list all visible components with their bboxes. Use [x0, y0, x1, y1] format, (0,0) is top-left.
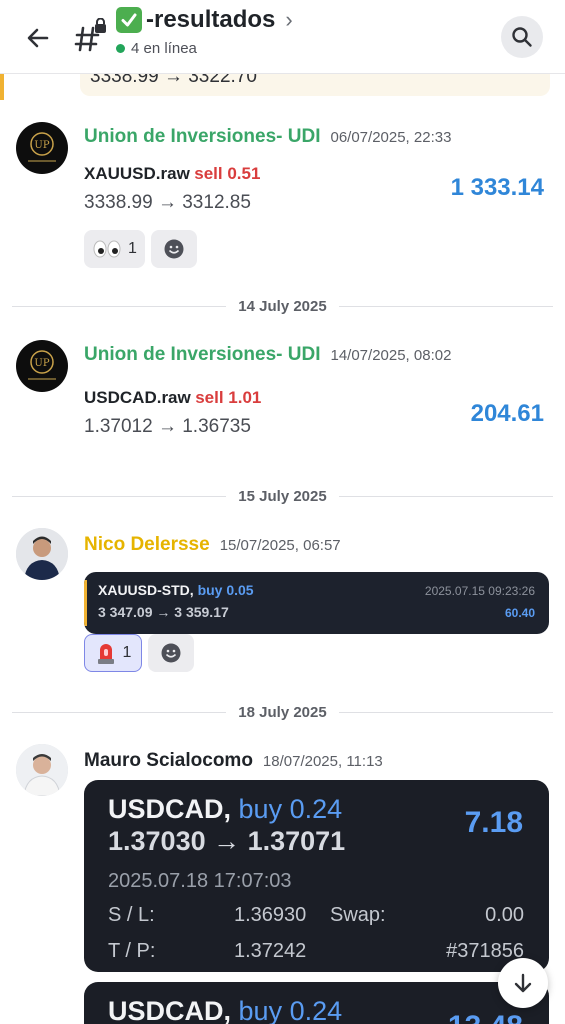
timestamp: 06/07/2025, 22:33 [330, 129, 452, 146]
locked-channel-icon [74, 17, 108, 54]
arrow-left-icon [27, 28, 49, 48]
timestamp: 15/07/2025, 06:57 [219, 537, 341, 554]
udi-logo-icon: UP [28, 132, 56, 162]
trade-side: buy 0.05 [197, 582, 254, 598]
reaction-rotating-light[interactable]: 1 [84, 634, 142, 672]
trade-prices: 1.37030 → 1.37071 [108, 826, 346, 856]
avatar[interactable] [16, 528, 68, 580]
sl-value: 1.36930 [234, 904, 307, 926]
card-accent [84, 580, 87, 626]
trade-symbol: XAUUSD-STD, [98, 582, 194, 598]
date-divider-label: 14 July 2025 [238, 297, 327, 315]
message: UP Union de Inversiones- UDI 06/07/2025,… [0, 118, 565, 278]
message: UP Union de Inversiones- UDI 14/07/2025,… [0, 336, 565, 446]
chevron-right-icon: › [285, 7, 293, 32]
udi-logo-icon: UP [28, 350, 56, 380]
user-avatar-icon [16, 528, 68, 580]
author-name[interactable]: Union de Inversiones- UDI [84, 126, 320, 148]
message-header: Union de Inversiones- UDI 06/07/2025, 22… [84, 126, 451, 148]
add-reaction-button[interactable] [150, 230, 197, 268]
trade-symbol: USDCAD, [108, 996, 232, 1024]
trade-symbol: XAUUSD.raw [84, 164, 190, 183]
author-name[interactable]: Mauro Scialocomo [84, 750, 253, 772]
avatar[interactable]: UP [16, 340, 68, 392]
trade-datetime: 2025.07.15 09:23:26 [424, 584, 535, 598]
trade-title: USDCAD, buy 0.24 [108, 996, 342, 1024]
swap-label: Swap: [330, 904, 386, 926]
trade-side: sell 0.51 [194, 164, 261, 183]
smiley-icon [164, 239, 184, 259]
message-header: Mauro Scialocomo 18/07/2025, 11:13 [84, 750, 383, 772]
tp-label: T / P: [108, 940, 156, 962]
message: Nico Delersse 15/07/2025, 06:57 XAUUSD-S… [0, 526, 565, 676]
trade-embed: USDCAD.raw sell 1.01 1.37012 → 1.36735 2… [84, 388, 544, 438]
online-dot-icon [116, 44, 125, 53]
reaction-count: 1 [128, 240, 137, 257]
online-count: 4 en línea [131, 40, 197, 57]
trade-card: USDCAD, buy 0.24 1.37030 → 1.37071 7.18 … [84, 780, 549, 972]
eyes-emoji-icon [93, 240, 121, 258]
add-reaction-button[interactable] [148, 634, 194, 672]
trade-prices: 3338.99 → 3322.70 [90, 74, 257, 87]
online-status: 4 en línea [116, 40, 293, 57]
trade-datetime: 2025.07.18 17:07:03 [108, 870, 292, 892]
trade-title: XAUUSD-STD, buy 0.05 [98, 582, 254, 598]
message-header: Nico Delersse 15/07/2025, 06:57 [84, 534, 341, 556]
trade-card: XAUUSD-STD, buy 0.05 3 347.09 → 3 359.17… [84, 572, 549, 634]
trade-profit: 13.48 [448, 1010, 523, 1024]
timestamp: 18/07/2025, 11:13 [262, 753, 383, 770]
reactions-row: 1 [84, 230, 197, 268]
reaction-eyes[interactable]: 1 [84, 230, 145, 268]
user-avatar-icon [16, 744, 68, 796]
trade-side: sell 1.01 [195, 388, 262, 407]
channel-name: -resultados [146, 6, 276, 33]
author-name[interactable]: Nico Delersse [84, 534, 210, 556]
trade-prices: 3 347.09 → 3 359.17 [98, 604, 229, 620]
date-divider: 15 July 2025 [12, 486, 553, 506]
trade-profit: 7.18 [464, 806, 523, 839]
trade-profit: 204.61 [470, 400, 544, 427]
rotating-light-emoji-icon [97, 644, 114, 664]
channel-title[interactable]: -resultados › [116, 6, 293, 34]
author-name[interactable]: Union de Inversiones- UDI [84, 344, 320, 366]
message-header: Union de Inversiones- UDI 14/07/2025, 08… [84, 344, 451, 366]
trade-embed: XAUUSD.raw sell 0.51 3338.99 → 3312.85 1… [84, 164, 544, 214]
highlight-bar [0, 74, 4, 100]
reaction-count: 1 [122, 644, 132, 661]
date-divider-label: 18 July 2025 [238, 703, 327, 721]
search-button[interactable] [501, 16, 543, 58]
reactions-row: 1 [84, 634, 194, 672]
channel-title-block: -resultados › 4 en línea [116, 6, 293, 57]
avatar[interactable]: UP [16, 122, 68, 174]
search-icon [512, 27, 532, 47]
date-divider: 18 July 2025 [12, 702, 553, 722]
previous-message-partial: 3338.99 → 3322.70 [0, 74, 565, 100]
trade-side: buy 0.24 [238, 996, 343, 1024]
svg-text:UP: UP [34, 140, 49, 151]
channel-header: -resultados › 4 en línea [0, 0, 565, 74]
trade-symbol: USDCAD.raw [84, 388, 191, 407]
trade-profit: 60.40 [504, 606, 535, 620]
sl-label: S / L: [108, 904, 155, 926]
arrow-down-icon [514, 973, 532, 993]
smiley-icon [161, 643, 181, 663]
jump-to-bottom-button[interactable] [498, 958, 548, 1008]
date-divider: 14 July 2025 [12, 296, 553, 316]
trade-title: USDCAD, buy 0.24 [108, 794, 342, 825]
trade-card: USDCAD, buy 0.24 13.48 [84, 982, 549, 1024]
check-mark-icon [116, 7, 142, 33]
timestamp: 14/07/2025, 08:02 [330, 347, 452, 364]
tp-value: 1.37242 [234, 940, 307, 962]
date-divider-label: 15 July 2025 [238, 487, 327, 505]
avatar[interactable] [16, 744, 68, 796]
swap-value: 0.00 [485, 904, 524, 926]
message: Mauro Scialocomo 18/07/2025, 11:13 USDCA… [0, 742, 565, 1024]
trade-symbol: USDCAD, [108, 794, 232, 824]
trade-side: buy 0.24 [238, 794, 343, 824]
trade-profit: 1 333.14 [450, 174, 544, 201]
svg-text:UP: UP [34, 358, 49, 369]
back-button[interactable] [20, 20, 56, 56]
